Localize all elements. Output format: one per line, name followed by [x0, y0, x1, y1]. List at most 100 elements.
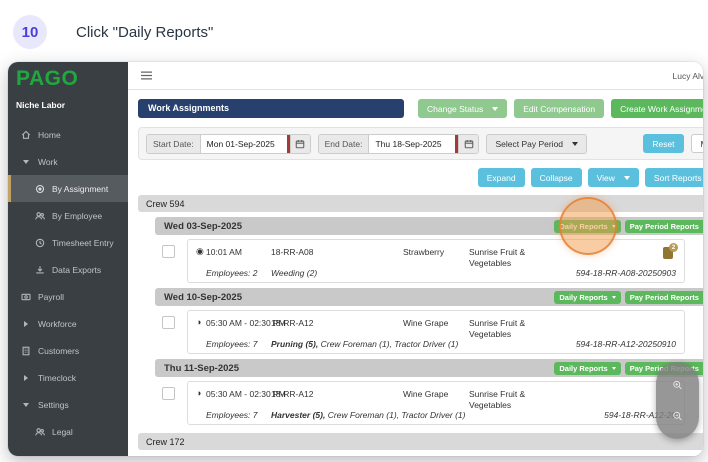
- chevron-down-icon: [623, 175, 630, 180]
- change-status-button[interactable]: Change Status: [418, 99, 508, 118]
- crew-header[interactable]: Crew 594: [138, 195, 703, 212]
- badge-count: 2: [669, 243, 678, 252]
- task-list: Harvester (5), Crew Foreman (1), Tractor…: [271, 410, 466, 420]
- employee-count: Employees: 7: [206, 410, 258, 420]
- sidebar-item-label: Workforce: [38, 318, 77, 329]
- org-name: Niche Labor: [16, 100, 66, 110]
- sidebar-item-timeclock[interactable]: Timeclock: [8, 364, 128, 391]
- sidebar-item-data-exports[interactable]: Data Exports: [8, 256, 128, 283]
- crew-label: Crew 594: [146, 198, 185, 209]
- select-pay-period-label: Select Pay Period: [495, 138, 564, 149]
- zoom-out-icon: [672, 410, 683, 421]
- sidebar-item-payroll[interactable]: Payroll: [8, 283, 128, 310]
- chevron-down-icon: [572, 141, 579, 146]
- sidebar-item-label: Data Exports: [52, 264, 102, 275]
- sidebar-item-label: Settings: [38, 399, 69, 410]
- sidebar-item-label: Home: [38, 129, 61, 140]
- sidebar-item-timesheet-entry[interactable]: Timesheet Entry: [8, 229, 128, 256]
- pago-logo: PAGO: [16, 67, 79, 90]
- caret-down-icon: [20, 399, 31, 410]
- more-button[interactable]: More: [690, 134, 703, 153]
- daily-reports-button[interactable]: Daily Reports: [554, 219, 621, 233]
- page-title: Work Assignments: [138, 99, 404, 118]
- main-area: Lucy Alvarado Work Assignments Change St…: [128, 62, 703, 456]
- view-button[interactable]: View: [587, 168, 639, 187]
- user-menu[interactable]: Lucy Alvarado: [673, 71, 703, 81]
- sidebar-item-label: Timeclock: [38, 372, 76, 383]
- home-icon: [20, 129, 31, 140]
- date-label: Wed 03-Sep-2025: [164, 220, 242, 232]
- caret-down-icon: [20, 156, 31, 167]
- date-group-header[interactable]: Thu 11-Sep-2025Daily ReportsPay Period R…: [155, 359, 703, 377]
- button-label: Pay Period Reports: [629, 292, 699, 302]
- sidebar-item-by-assignment[interactable]: By Assignment: [8, 175, 128, 202]
- start-date-input[interactable]: [200, 134, 287, 153]
- row-checkbox[interactable]: [162, 245, 175, 258]
- sort-reports-by-button[interactable]: Sort Reports By: [644, 168, 703, 187]
- daily-reports-button[interactable]: Daily Reports: [554, 361, 621, 375]
- sidebar-item-home[interactable]: Home: [8, 121, 128, 148]
- caret-right-icon: [20, 372, 31, 383]
- filter-panel: Start Date: End Date: Select Pay Period …: [138, 127, 703, 160]
- expand-button[interactable]: Expand: [477, 168, 525, 187]
- date-label: Wed 10-Sep-2025: [164, 291, 242, 303]
- row-checkbox[interactable]: [162, 316, 175, 329]
- crew-header[interactable]: Crew 172: [138, 433, 703, 450]
- sidebar-item-by-employee[interactable]: By Employee: [8, 202, 128, 229]
- select-pay-period-dropdown[interactable]: Select Pay Period: [486, 133, 588, 154]
- assignment-card[interactable]: ◑ 05:30 AM - 02:30 PM 18-RR-A12 Wine Grape S…: [187, 310, 685, 354]
- button-label: Pay Period Reports: [629, 221, 699, 231]
- button-label: Collapse: [539, 172, 573, 183]
- button-label: Daily Reports: [559, 292, 608, 302]
- pay-period-reports-button[interactable]: Pay Period Reports: [624, 290, 703, 304]
- row-checkbox[interactable]: [162, 387, 175, 400]
- daily-reports-button[interactable]: Daily Reports: [554, 290, 621, 304]
- zoom-in-button[interactable]: [672, 380, 683, 391]
- button-label: Create Work Assignment: [620, 103, 703, 114]
- job-id: 594-18-RR-A12-20250910: [575, 339, 676, 349]
- assignment-row: ◑ 05:30 AM - 02:30 PM 18-RR-A12 Wine Grape S…: [155, 310, 703, 354]
- building-icon: [20, 345, 31, 356]
- sidebar-item-legal[interactable]: Legal: [8, 418, 128, 445]
- crop-name: Wine Grape: [403, 389, 449, 399]
- hamburger-icon[interactable]: [141, 70, 152, 81]
- assignment-card[interactable]: ◉ 10:01 AM 18-RR-A08 Strawberry Sunrise Frui…: [187, 239, 685, 283]
- button-label: Daily Reports: [559, 221, 608, 231]
- reset-button[interactable]: Reset: [643, 134, 684, 153]
- sidebar-item-label: Timesheet Entry: [52, 237, 114, 248]
- notes-badge[interactable]: 2: [662, 243, 678, 259]
- task-list: Pruning (5), Crew Foreman (1), Tractor D…: [271, 339, 459, 349]
- pay-period-reports-button[interactable]: Pay Period Reports: [624, 219, 703, 233]
- assignment-card[interactable]: ◑ 05:30 AM - 02:30 PM 18-RR-A12 Wine Grape S…: [187, 381, 685, 425]
- button-label: Edit Compensation: [523, 103, 596, 114]
- job-id: 594-18-RR-A08-20250903: [575, 268, 676, 278]
- chevron-down-icon: [611, 295, 616, 299]
- create-work-assignment-button[interactable]: Create Work Assignment: [611, 99, 703, 118]
- zoom-out-button[interactable]: [672, 410, 683, 421]
- content-area: Work Assignments Change Status Edit Compe…: [128, 90, 703, 456]
- floating-zoom-controls: [656, 362, 699, 439]
- button-label: View: [596, 172, 615, 183]
- sidebar-item-workforce[interactable]: Workforce: [8, 310, 128, 337]
- collapse-button[interactable]: Collapse: [530, 168, 582, 187]
- download-icon: [34, 264, 45, 275]
- sidebar-item-label: Payroll: [38, 291, 64, 302]
- crop-name: Wine Grape: [403, 318, 449, 328]
- sidebar: PAGO Niche Labor Home Work By Assignment By…: [8, 62, 128, 456]
- start-date-calendar-button[interactable]: [289, 134, 310, 153]
- users-icon: [34, 426, 45, 437]
- sidebar-item-settings[interactable]: Settings: [8, 391, 128, 418]
- date-group-header[interactable]: Wed 10-Sep-2025 Daily Reports Pay Period R…: [155, 288, 703, 306]
- edit-compensation-button[interactable]: Edit Compensation: [514, 99, 605, 118]
- status-icon: ◉: [196, 246, 204, 256]
- date-group: Wed 03-Sep-2025 Daily Reports Pay Period R…: [155, 197, 703, 283]
- employee-count: Employees: 2: [206, 268, 258, 278]
- crop-name: Strawberry: [403, 247, 445, 257]
- sidebar-item-label: Legal: [52, 426, 73, 437]
- sidebar-item-customers[interactable]: Customers: [8, 337, 128, 364]
- sidebar-item-work[interactable]: Work: [8, 148, 128, 175]
- end-date-input[interactable]: [369, 134, 456, 153]
- date-group-header[interactable]: Wed 03-Sep-2025 Daily Reports Pay Period R…: [155, 197, 703, 255]
- end-date-calendar-button[interactable]: [458, 134, 479, 153]
- date-group: Thu 11-Sep-2025Daily ReportsPay Period R…: [155, 359, 703, 425]
